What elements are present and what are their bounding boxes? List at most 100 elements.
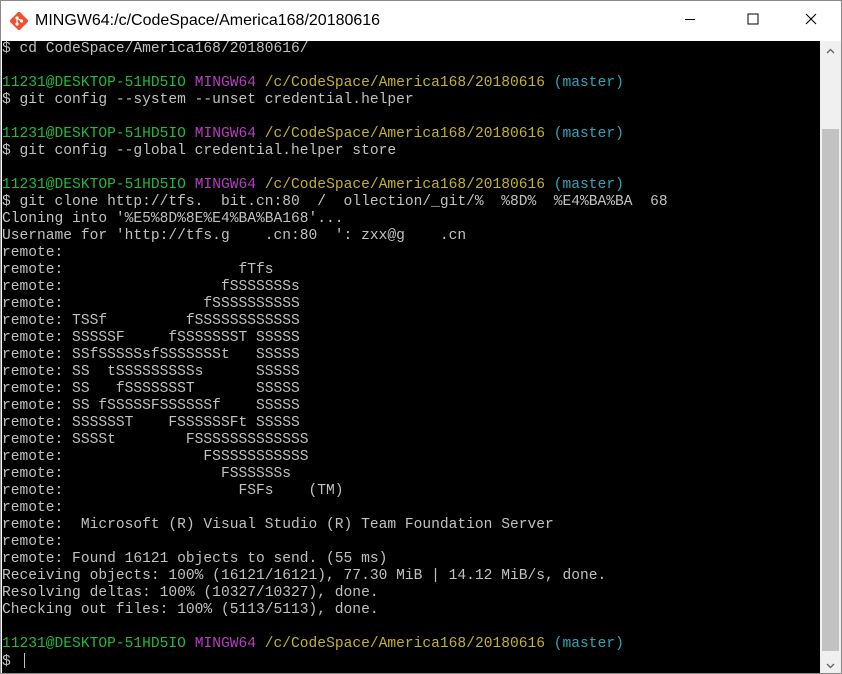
output-text: $ git config --system --unset credential… [2,92,414,108]
close-icon [805,12,817,30]
output-line: Cloning into '%E5%8D%8E%E4%BA%BA168'... [2,211,820,228]
maximize-button[interactable] [730,1,776,41]
output-text: Username for 'http://tfs.g .cn:80 ': zxx… [2,228,467,244]
output-text: remote: fSSSSSSSs [2,279,300,295]
output-line: remote: FSSSSSSSSSSS [2,449,820,466]
output-text: remote: SS fSSSSSFSSSSSSf SSSSS [2,398,300,414]
terminal-window: MINGW64:/c/CodeSpace/America168/20180616… [0,0,842,674]
output-text: Resolving deltas: 100% (10327/10327), do… [2,585,379,601]
prompt-branch: (master) [553,126,624,142]
terminal-output[interactable]: $ cd CodeSpace/America168/20180616/11231… [2,41,820,673]
output-text: remote: FSSSSSSs [2,466,292,482]
git-bash-icon [9,11,29,31]
output-line: Username for 'http://tfs.g .cn:80 ': zxx… [2,228,820,245]
output-line: remote: fTfs [2,262,820,279]
prompt-user: 11231@DESKTOP-51HD5IO [2,177,186,193]
output-line: remote: SSSSt FSSSSSSSSSSSSS [2,432,820,449]
output-text: remote: FSSSSSSSSSSS [2,449,309,465]
output-text: remote: fSSSSSSSSSS [2,296,300,312]
output-text: remote: [2,534,64,550]
output-line: $ [2,653,820,670]
output-line: remote: Microsoft (R) Visual Studio (R) … [2,517,820,534]
output-text: remote: fTfs [2,262,274,278]
prompt-env: MINGW64 [194,636,256,652]
prompt-user: 11231@DESKTOP-51HD5IO [2,75,186,91]
output-text: remote: SSSSt FSSSSSSSSSSSSS [2,432,309,448]
output-line: $ git clone http://tfs. bit.cn:80 / olle… [2,194,820,211]
output-text: $ [2,654,20,670]
prompt-line: 11231@DESKTOP-51HD5IO MINGW64 /c/CodeSpa… [2,636,820,653]
minimize-button[interactable] [667,1,713,41]
prompt-env: MINGW64 [194,75,256,91]
output-text: remote: TSSf fSSSSSSSSSSSS [2,313,300,329]
prompt-env: MINGW64 [194,177,256,193]
scroll-thumb[interactable] [822,129,839,651]
output-text: remote: SSSSSF fSSSSSSST SSSSS [2,330,300,346]
prompt-path: /c/CodeSpace/America168/20180616 [264,75,546,91]
vertical-scrollbar[interactable] [820,41,841,673]
output-line: remote: SSSSSST FSSSSSSFt SSSSS [2,415,820,432]
output-text: remote: SSfSSSSSsfSSSSSSSt SSSSS [2,347,300,363]
output-line: remote: [2,534,820,551]
output-line: Checking out files: 100% (5113/5113), do… [2,602,820,619]
minimize-icon [684,12,696,30]
output-line: Receiving objects: 100% (16121/16121), 7… [2,568,820,585]
output-line: $ cd CodeSpace/America168/20180616/ [2,41,820,58]
output-line: remote: SSSSSF fSSSSSSST SSSSS [2,330,820,347]
output-text: remote: SSSSSST FSSSSSSFt SSSSS [2,415,300,431]
output-line: remote: SS tSSSSSSSSSs SSSSS [2,364,820,381]
output-text: remote: [2,245,64,261]
output-text: $ git config --global credential.helper … [2,143,397,159]
output-text: remote: SS tSSSSSSSSSs SSSSS [2,364,300,380]
output-text: remote: Found 16121 objects to send. (55… [2,551,388,567]
output-text: remote: SS fSSSSSSST SSSSS [2,381,300,397]
chevron-down-icon [826,656,835,674]
output-line: remote: fSSSSSSSs [2,279,820,296]
prompt-user: 11231@DESKTOP-51HD5IO [2,126,186,142]
output-line: remote: Found 16121 objects to send. (55… [2,551,820,568]
output-text: remote: Microsoft (R) Visual Studio (R) … [2,517,554,533]
output-text: $ cd CodeSpace/America168/20180616/ [2,41,309,57]
output-line: remote: FSSSSSSs [2,466,820,483]
output-line: remote: [2,245,820,262]
output-line: $ git config --system --unset credential… [2,92,820,109]
output-text: Cloning into '%E5%8D%8E%E4%BA%BA168'... [2,211,344,227]
output-line: remote: SS fSSSSSFSSSSSSf SSSSS [2,398,820,415]
output-text: Receiving objects: 100% (16121/16121), 7… [2,568,607,584]
prompt-branch: (master) [553,75,624,91]
output-line: remote: SSfSSSSSsfSSSSSSSt SSSSS [2,347,820,364]
prompt-user: 11231@DESKTOP-51HD5IO [2,636,186,652]
output-line: Resolving deltas: 100% (10327/10327), do… [2,585,820,602]
prompt-path: /c/CodeSpace/America168/20180616 [264,177,546,193]
chevron-up-icon [826,41,835,59]
prompt-branch: (master) [553,177,624,193]
output-line: remote: fSSSSSSSSSS [2,296,820,313]
prompt-path: /c/CodeSpace/America168/20180616 [264,126,546,142]
maximize-icon [747,12,759,30]
scroll-up-button[interactable] [820,41,841,58]
output-line: $ git config --global credential.helper … [2,143,820,160]
title-bar[interactable]: MINGW64:/c/CodeSpace/America168/20180616 [1,1,841,41]
output-text: remote: FSFs (TM) [2,483,344,499]
output-line: remote: TSSf fSSSSSSSSSSSS [2,313,820,330]
output-text: Checking out files: 100% (5113/5113), do… [2,602,379,618]
prompt-line: 11231@DESKTOP-51HD5IO MINGW64 /c/CodeSpa… [2,177,820,194]
prompt-env: MINGW64 [194,126,256,142]
prompt-path: /c/CodeSpace/America168/20180616 [264,636,546,652]
prompt-line: 11231@DESKTOP-51HD5IO MINGW64 /c/CodeSpa… [2,75,820,92]
output-line: remote: [2,500,820,517]
output-line: remote: FSFs (TM) [2,483,820,500]
close-button[interactable] [788,1,834,41]
text-cursor [23,653,25,668]
scroll-down-button[interactable] [820,656,841,673]
output-text: remote: [2,500,64,516]
output-line: remote: SS fSSSSSSST SSSSS [2,381,820,398]
output-text: $ git clone http://tfs. bit.cn:80 / olle… [2,194,668,210]
prompt-line: 11231@DESKTOP-51HD5IO MINGW64 /c/CodeSpa… [2,126,820,143]
window-title: MINGW64:/c/CodeSpace/America168/20180616 [35,12,381,29]
prompt-branch: (master) [553,636,624,652]
